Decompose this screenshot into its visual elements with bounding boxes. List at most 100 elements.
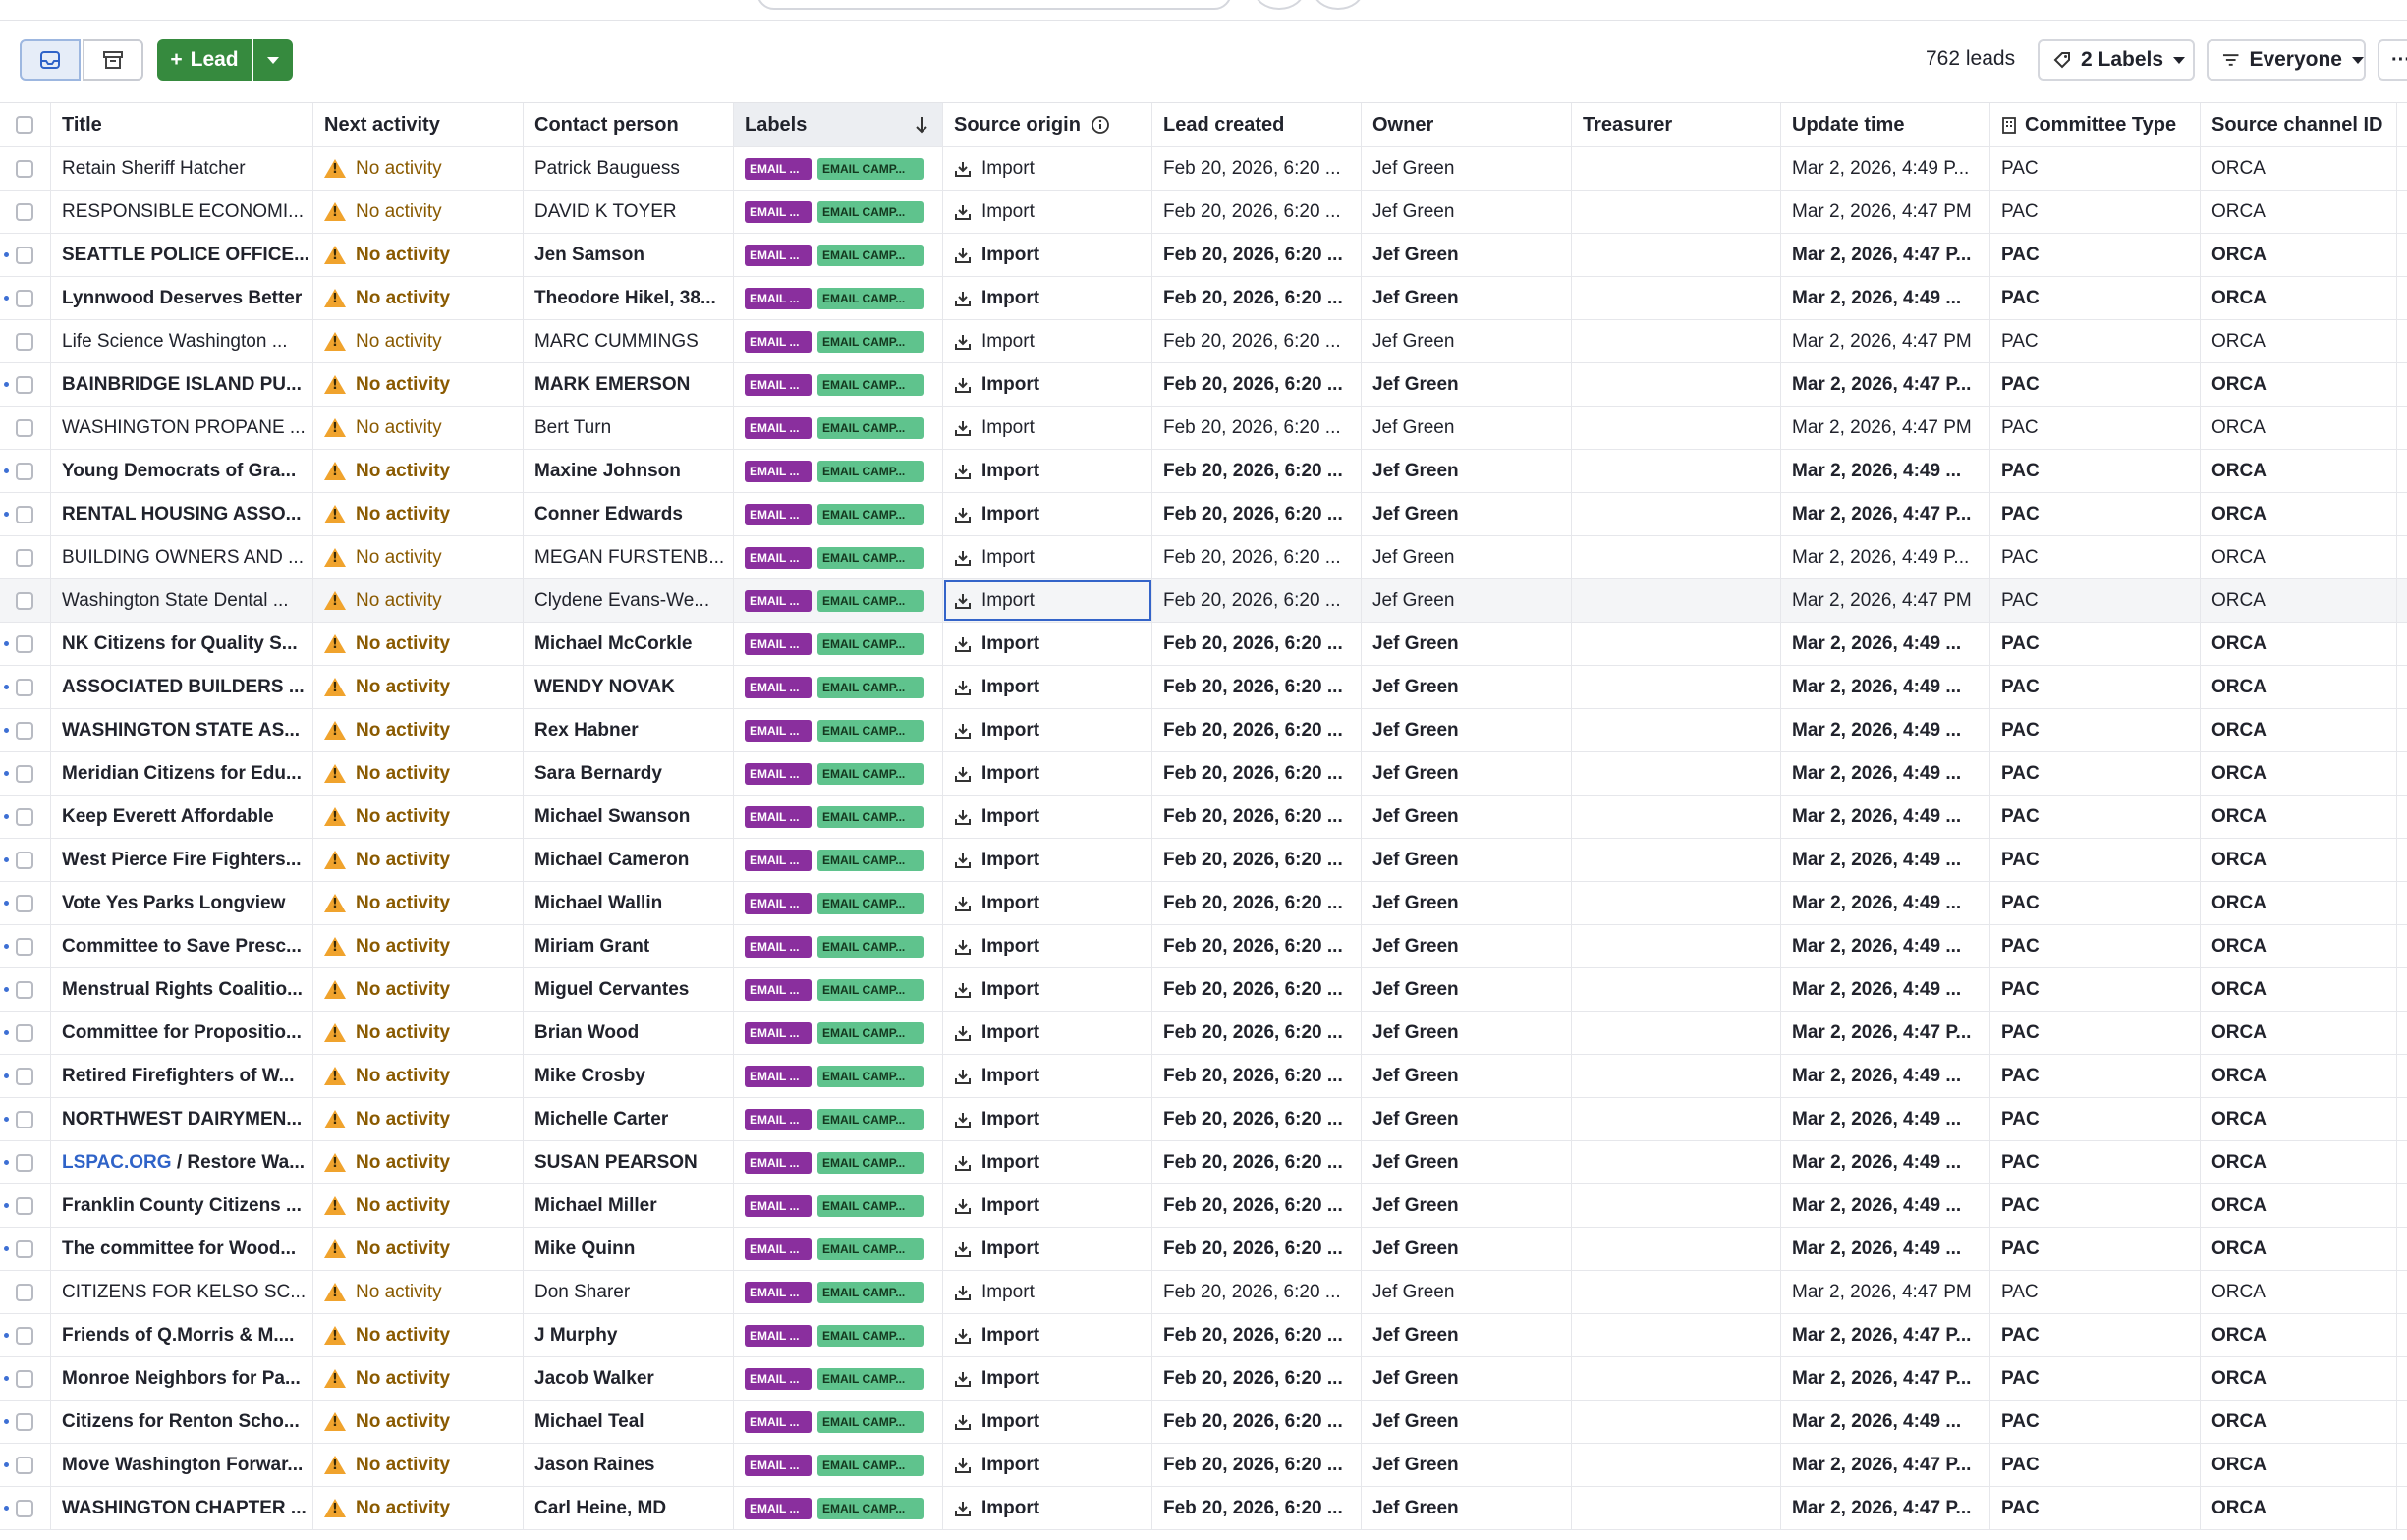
- committee-type-cell[interactable]: PAC: [1990, 1141, 2201, 1183]
- committee-type-cell[interactable]: PAC: [1990, 493, 2201, 535]
- owner-cell[interactable]: Jef Green: [1362, 493, 1572, 535]
- lead-created-cell[interactable]: Feb 20, 2026, 6:20 ...: [1152, 407, 1362, 449]
- table-row[interactable]: Menstrual Rights Coalitio... No activity M…: [0, 968, 2407, 1012]
- lead-created-cell[interactable]: Feb 20, 2026, 6:20 ...: [1152, 1055, 1362, 1097]
- table-row[interactable]: WASHINGTON STATE AS... No activity Rex Hab…: [0, 709, 2407, 752]
- update-time-cell[interactable]: Mar 2, 2026, 4:49 ...: [1781, 1228, 1990, 1270]
- committee-type-cell[interactable]: PAC: [1990, 752, 2201, 795]
- source-channel-id-cell[interactable]: ORCA: [2201, 796, 2397, 838]
- title-cell[interactable]: RENTAL HOUSING ASSO...: [51, 493, 313, 535]
- committee-type-cell[interactable]: PAC: [1990, 147, 2201, 190]
- update-time-cell[interactable]: Mar 2, 2026, 4:47 P...: [1781, 493, 1990, 535]
- title-cell[interactable]: SEATTLE POLICE OFFICE...: [51, 234, 313, 276]
- owner-cell[interactable]: Jef Green: [1362, 796, 1572, 838]
- labels-cell[interactable]: EMAIL ... EMAIL CAMP...: [734, 407, 943, 449]
- treasurer-cell[interactable]: [1572, 191, 1781, 233]
- owner-cell[interactable]: Jef Green: [1362, 407, 1572, 449]
- lead-created-cell[interactable]: Feb 20, 2026, 6:20 ...: [1152, 882, 1362, 924]
- committee-type-cell[interactable]: PAC: [1990, 1184, 2201, 1227]
- next-activity-cell[interactable]: No activity: [313, 925, 524, 967]
- source-channel-id-cell[interactable]: ORCA: [2201, 1184, 2397, 1227]
- row-checkbox[interactable]: [16, 634, 33, 653]
- source-origin-cell[interactable]: Import: [943, 234, 1152, 276]
- source-channel-id-cell[interactable]: ORCA: [2201, 407, 2397, 449]
- title-cell[interactable]: Friends of Q.Morris & M....: [51, 1314, 313, 1356]
- committee-type-cell[interactable]: PAC: [1990, 277, 2201, 319]
- treasurer-cell[interactable]: [1572, 1444, 1781, 1486]
- labels-cell[interactable]: EMAIL ... EMAIL CAMP...: [734, 1141, 943, 1183]
- update-time-cell[interactable]: Mar 2, 2026, 4:49 ...: [1781, 666, 1990, 708]
- labels-cell[interactable]: EMAIL ... EMAIL CAMP...: [734, 666, 943, 708]
- row-checkbox[interactable]: [16, 462, 33, 480]
- labels-cell[interactable]: EMAIL ... EMAIL CAMP...: [734, 579, 943, 622]
- title-cell[interactable]: Menstrual Rights Coalitio...: [51, 968, 313, 1011]
- row-checkbox[interactable]: [16, 721, 33, 740]
- table-row[interactable]: SEATTLE POLICE OFFICE... No activity Jen S…: [0, 234, 2407, 277]
- next-activity-cell[interactable]: No activity: [313, 450, 524, 492]
- source-channel-id-cell[interactable]: ORCA: [2201, 191, 2397, 233]
- committee-type-cell[interactable]: PAC: [1990, 968, 2201, 1011]
- labels-cell[interactable]: EMAIL ... EMAIL CAMP...: [734, 320, 943, 362]
- lead-created-cell[interactable]: Feb 20, 2026, 6:20 ...: [1152, 925, 1362, 967]
- treasurer-cell[interactable]: [1572, 407, 1781, 449]
- treasurer-cell[interactable]: [1572, 234, 1781, 276]
- contact-person-cell[interactable]: SUSAN PEARSON: [524, 1141, 734, 1183]
- committee-type-cell[interactable]: PAC: [1990, 1487, 2201, 1529]
- lead-created-cell[interactable]: Feb 20, 2026, 6:20 ...: [1152, 1184, 1362, 1227]
- owner-cell[interactable]: Jef Green: [1362, 882, 1572, 924]
- committee-type-cell[interactable]: PAC: [1990, 191, 2201, 233]
- row-checkbox[interactable]: [16, 851, 33, 869]
- committee-type-cell[interactable]: PAC: [1990, 450, 2201, 492]
- next-activity-cell[interactable]: No activity: [313, 536, 524, 578]
- title-cell[interactable]: Vote Yes Parks Longview: [51, 882, 313, 924]
- row-checkbox[interactable]: [16, 1456, 33, 1474]
- contact-person-cell[interactable]: DAVID K TOYER: [524, 191, 734, 233]
- contact-person-cell[interactable]: Clydene Evans-We...: [524, 579, 734, 622]
- labels-cell[interactable]: EMAIL ... EMAIL CAMP...: [734, 796, 943, 838]
- update-time-cell[interactable]: Mar 2, 2026, 4:47 P...: [1781, 1314, 1990, 1356]
- treasurer-cell[interactable]: [1572, 450, 1781, 492]
- column-header-next-activity[interactable]: Next activity: [313, 103, 524, 146]
- lead-created-cell[interactable]: Feb 20, 2026, 6:20 ...: [1152, 1228, 1362, 1270]
- next-activity-cell[interactable]: No activity: [313, 1444, 524, 1486]
- labels-cell[interactable]: EMAIL ... EMAIL CAMP...: [734, 363, 943, 406]
- source-channel-id-cell[interactable]: ORCA: [2201, 1314, 2397, 1356]
- source-origin-cell[interactable]: Import: [943, 1487, 1152, 1529]
- lead-created-cell[interactable]: Feb 20, 2026, 6:20 ...: [1152, 1141, 1362, 1183]
- labels-cell[interactable]: EMAIL ... EMAIL CAMP...: [734, 277, 943, 319]
- row-checkbox[interactable]: [16, 202, 33, 221]
- committee-type-cell[interactable]: PAC: [1990, 1098, 2201, 1140]
- treasurer-cell[interactable]: [1572, 666, 1781, 708]
- title-cell[interactable]: LSPAC.ORG / Restore Wa...: [51, 1141, 313, 1183]
- title-cell[interactable]: Meridian Citizens for Edu...: [51, 752, 313, 795]
- table-row[interactable]: Citizens for Renton Scho... No activity Mi…: [0, 1401, 2407, 1444]
- source-origin-cell[interactable]: Import: [943, 1098, 1152, 1140]
- table-row[interactable]: BUILDING OWNERS AND ... No activity MEGAN …: [0, 536, 2407, 579]
- owner-cell[interactable]: Jef Green: [1362, 536, 1572, 578]
- source-channel-id-cell[interactable]: ORCA: [2201, 1444, 2397, 1486]
- archive-view-button[interactable]: [83, 39, 143, 81]
- contact-person-cell[interactable]: WENDY NOVAK: [524, 666, 734, 708]
- source-origin-cell[interactable]: Import: [943, 623, 1152, 665]
- source-origin-cell[interactable]: Import: [943, 1184, 1152, 1227]
- lead-created-cell[interactable]: Feb 20, 2026, 6:20 ...: [1152, 1098, 1362, 1140]
- owner-cell[interactable]: Jef Green: [1362, 1141, 1572, 1183]
- update-time-cell[interactable]: Mar 2, 2026, 4:49 ...: [1781, 1141, 1990, 1183]
- owner-cell[interactable]: Jef Green: [1362, 363, 1572, 406]
- source-origin-cell[interactable]: Import: [943, 277, 1152, 319]
- row-checkbox[interactable]: [16, 1283, 33, 1301]
- source-channel-id-cell[interactable]: ORCA: [2201, 1055, 2397, 1097]
- lead-created-cell[interactable]: Feb 20, 2026, 6:20 ...: [1152, 666, 1362, 708]
- labels-cell[interactable]: EMAIL ... EMAIL CAMP...: [734, 1487, 943, 1529]
- column-header-update-time[interactable]: Update time: [1781, 103, 1990, 146]
- next-activity-cell[interactable]: No activity: [313, 623, 524, 665]
- contact-person-cell[interactable]: Carl Heine, MD: [524, 1487, 734, 1529]
- table-row[interactable]: The committee for Wood... No activity Mike…: [0, 1228, 2407, 1271]
- labels-cell[interactable]: EMAIL ... EMAIL CAMP...: [734, 882, 943, 924]
- source-channel-id-cell[interactable]: ORCA: [2201, 839, 2397, 881]
- source-origin-cell[interactable]: Import: [943, 882, 1152, 924]
- title-cell[interactable]: NK Citizens for Quality S...: [51, 623, 313, 665]
- labels-cell[interactable]: EMAIL ... EMAIL CAMP...: [734, 623, 943, 665]
- update-time-cell[interactable]: Mar 2, 2026, 4:49 ...: [1781, 623, 1990, 665]
- labels-cell[interactable]: EMAIL ... EMAIL CAMP...: [734, 1055, 943, 1097]
